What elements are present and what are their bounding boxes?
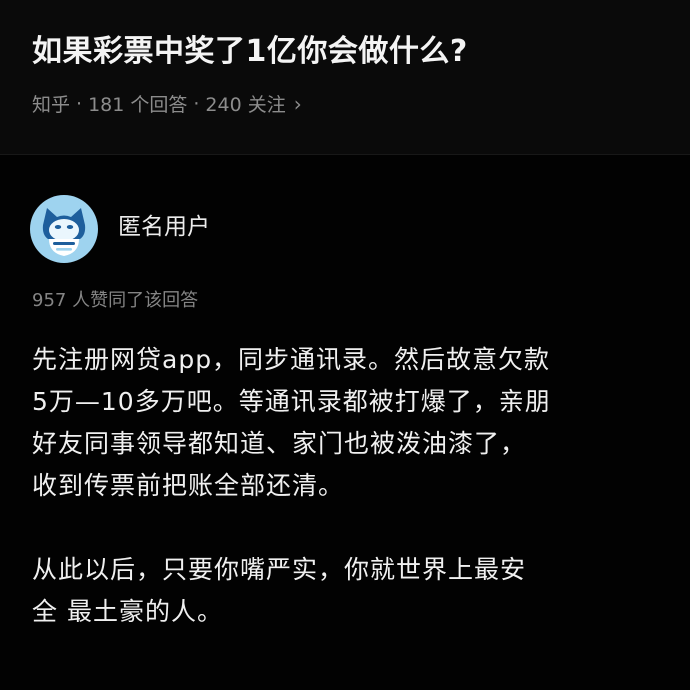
answer-card: 匿名用户 957 人赞同了该回答 先注册网贷app，同步通讯录。然后故意欠款 5… [0,155,690,690]
meta-separator: · [193,92,200,115]
source-label: 知乎 [32,94,71,116]
meta-separator: · [76,92,83,115]
question-meta: 知乎 · 181 个回答 · 240 关注 › [32,90,302,117]
vote-count: 957 人赞同了该回答 [32,290,199,311]
anonymous-user-icon[interactable] [30,195,98,263]
question-header: 如果彩票中奖了1亿你会做什么? 知乎 · 181 个回答 · 240 关注 › [0,0,690,154]
follower-count[interactable]: 240 关注 [205,90,285,117]
question-title[interactable]: 如果彩票中奖了1亿你会做什么? [32,26,468,70]
chevron-right-icon[interactable]: › [294,92,302,116]
answer-count[interactable]: 181 个回答 [88,90,187,117]
answer-paragraph: 从此以后，只要你嘴严实，你就世界上最安 全 最土豪的人。 [32,555,527,626]
author-name[interactable]: 匿名用户 [118,207,210,241]
answer-paragraph: 先注册网贷app，同步通讯录。然后故意欠款 5万—10多万吧。等通讯录都被打爆了… [32,345,551,500]
answer-content: 先注册网贷app，同步通讯录。然后故意欠款 5万—10多万吧。等通讯录都被打爆了… [32,339,662,633]
